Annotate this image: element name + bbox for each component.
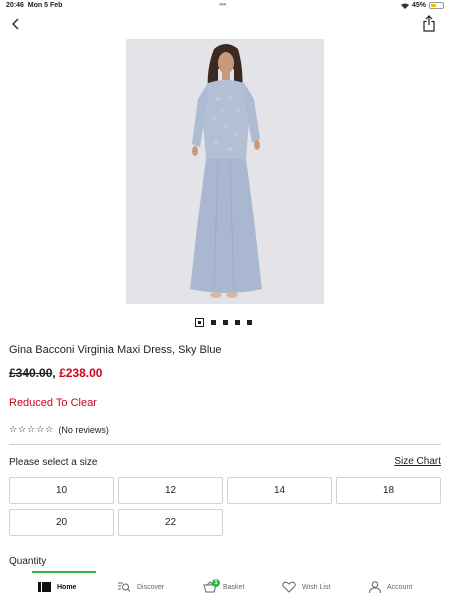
tab-home[interactable]: Home [38, 574, 76, 600]
divider [9, 444, 441, 445]
tab-label: Home [57, 583, 77, 591]
price-line: £340.00, £238.00 [9, 366, 102, 380]
clock-date: Mon 5 Feb [27, 2, 63, 9]
tab-wish-list[interactable]: Wish List [282, 574, 330, 600]
share-icon[interactable] [422, 15, 436, 32]
product-title: Gina Bacconi Virginia Maxi Dress, Sky Bl… [9, 344, 222, 356]
dress-model-photo [126, 39, 324, 304]
basket-count-badge: 1 [212, 579, 220, 587]
account-icon [369, 581, 381, 593]
rating[interactable]: ☆☆☆☆☆ (No reviews) [9, 424, 109, 435]
size-option-18[interactable]: 18 [336, 477, 441, 504]
wifi-icon [400, 3, 409, 9]
tab-basket[interactable]: 1 Basket [203, 574, 244, 600]
back-arrow-icon[interactable] [8, 16, 24, 32]
reviews-count: (No reviews) [58, 424, 109, 435]
battery-icon [429, 2, 444, 9]
quantity-underline [32, 571, 96, 573]
clock-time: 20:46 [6, 2, 24, 9]
size-option-12[interactable]: 12 [118, 477, 223, 504]
size-select-label: Please select a size [9, 457, 98, 468]
heart-icon [282, 581, 296, 593]
discover-icon [118, 582, 131, 592]
tab-bar: Home Discover 1 Basket Wish List Account [0, 574, 450, 600]
size-option-14[interactable]: 14 [227, 477, 332, 504]
home-icon [38, 582, 51, 592]
status-bar: 20:46 Mon 5 Feb ••• 45% [0, 0, 450, 13]
pager-dot[interactable] [235, 320, 240, 325]
pager-dot[interactable] [247, 320, 252, 325]
status-right: 45% [400, 2, 444, 9]
product-page: 20:46 Mon 5 Feb ••• 45% Gina Bacconi Vir… [0, 0, 450, 600]
tab-label: Account [387, 583, 413, 591]
pager-dot[interactable] [211, 320, 216, 325]
tab-discover[interactable]: Discover [117, 574, 164, 600]
tab-label: Discover [137, 583, 165, 591]
size-chart-link[interactable]: Size Chart [394, 456, 441, 467]
promo-label: Reduced To Clear [9, 397, 97, 409]
star-rating-icon: ☆☆☆☆☆ [9, 424, 55, 434]
price-separator: , [52, 366, 56, 380]
sale-price: £238.00 [59, 366, 103, 380]
pager-dot[interactable] [223, 320, 228, 325]
size-option-20[interactable]: 20 [9, 509, 114, 536]
size-option-22[interactable]: 22 [118, 509, 223, 536]
basket-icon-wrap: 1 [203, 579, 220, 593]
tab-account[interactable]: Account [369, 574, 412, 600]
tab-label: Wish List [302, 583, 331, 591]
multitasking-dots-icon[interactable]: ••• [219, 0, 226, 9]
quantity-label: Quantity [9, 556, 47, 567]
size-option-10[interactable]: 10 [9, 477, 114, 504]
tab-label: Basket [223, 583, 245, 591]
battery-percent: 45% [411, 2, 426, 9]
product-image[interactable] [126, 39, 324, 304]
image-pager[interactable] [195, 318, 252, 327]
original-price: £340.00 [9, 366, 53, 380]
status-time: 20:46 Mon 5 Feb [6, 2, 62, 9]
pager-dot-active[interactable] [195, 318, 204, 327]
battery-level [431, 4, 436, 7]
